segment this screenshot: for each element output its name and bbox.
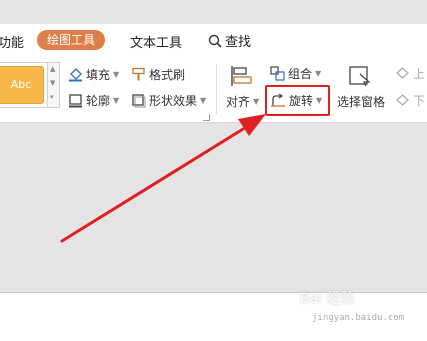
annotation-arrow-icon — [60, 114, 266, 243]
watermark-logo: Bai 经验 — [300, 291, 355, 307]
watermark-url: jingyan.baidu.com — [312, 313, 405, 323]
